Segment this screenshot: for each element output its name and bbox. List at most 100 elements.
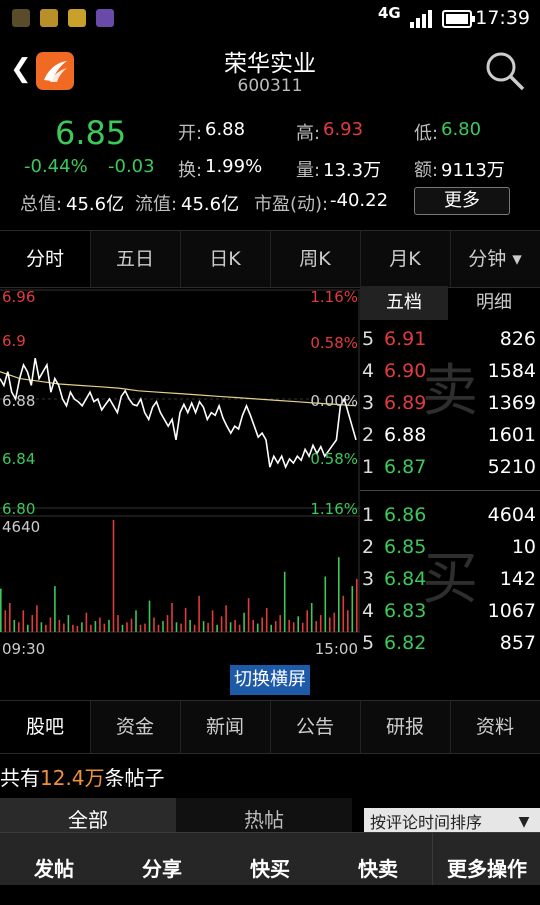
tab-monthly-k[interactable]: 月K xyxy=(360,231,451,287)
volume-bar xyxy=(288,619,290,632)
gallery-icon xyxy=(96,9,114,27)
volume-bar xyxy=(18,622,20,632)
volume-bar xyxy=(130,618,133,632)
buy-level-row[interactable]: 5 6.82 857 xyxy=(360,628,540,660)
tab-news[interactable]: 新闻 xyxy=(180,701,271,753)
quick-buy-button[interactable]: 快买 xyxy=(216,833,324,885)
post-button[interactable]: 发帖 xyxy=(0,833,108,885)
open-value: 6.88 xyxy=(205,119,246,140)
x-label-start: 09:30 xyxy=(2,640,45,658)
intraday-chart[interactable]: 6.96 6.9 6.88 6.84 6.80 1.16% 0.58% 0.00… xyxy=(0,286,360,660)
filter-hot[interactable]: 热帖 xyxy=(176,798,352,832)
pe-label: 市盈(动): xyxy=(254,194,329,215)
level-volume: 4604 xyxy=(487,504,536,526)
volume-bar xyxy=(211,610,214,632)
low-value: 6.80 xyxy=(441,119,482,140)
volume-bar xyxy=(347,610,349,632)
post-count: 共有12.4万条帖子 xyxy=(0,762,165,791)
turnover-label: 换: xyxy=(178,160,203,181)
change-pct: -0.44% xyxy=(24,156,88,177)
low-label: 低: xyxy=(414,123,439,144)
sell-level-row[interactable]: 4 6.90 1584 xyxy=(360,356,540,388)
open-label: 开: xyxy=(178,123,203,144)
level-price: 6.84 xyxy=(384,568,427,590)
sell-level-row[interactable]: 1 6.87 5210 xyxy=(360,452,540,484)
volume-bar xyxy=(166,615,169,632)
app-notification-icon xyxy=(40,9,58,27)
switch-landscape-button[interactable]: 切换横屏 xyxy=(230,665,310,695)
high-value: 6.93 xyxy=(323,119,364,140)
search-icon[interactable] xyxy=(484,50,526,92)
signal-icon xyxy=(410,10,432,28)
level-price: 6.90 xyxy=(384,360,427,382)
volume-bar xyxy=(216,624,218,632)
level-number: 3 xyxy=(362,568,375,590)
volume-bar xyxy=(301,622,304,632)
sell-level-row[interactable]: 5 6.91 826 xyxy=(360,324,540,356)
tab-minute[interactable]: 分钟 ▾ xyxy=(450,231,540,287)
more-button[interactable]: 更多 xyxy=(414,187,510,215)
volume-bar xyxy=(198,595,200,632)
level-volume: 826 xyxy=(499,328,536,350)
volume-bar xyxy=(180,623,182,632)
volume-bar xyxy=(292,622,295,632)
volume-value: 13.3万 xyxy=(323,160,382,181)
level-volume: 142 xyxy=(499,568,536,590)
level-number: 3 xyxy=(362,392,375,414)
tab-details[interactable]: 明细 xyxy=(448,286,540,320)
sell-level-row[interactable]: 3 6.89 1369 xyxy=(360,388,540,420)
tab-intraday[interactable]: 分时 xyxy=(0,231,91,287)
tab-weekly-k[interactable]: 周K xyxy=(270,231,361,287)
level-price: 6.88 xyxy=(384,424,427,446)
tab-forum[interactable]: 股吧 xyxy=(0,701,91,753)
y-tick-right: 0.58% xyxy=(310,334,358,352)
y-tick-right: 0.00% xyxy=(310,392,358,410)
volume-bar xyxy=(193,624,196,632)
tab-daily-k[interactable]: 日K xyxy=(180,231,271,287)
sort-dropdown[interactable]: 按评论时间排序 xyxy=(364,808,510,832)
volume-bar xyxy=(121,624,124,632)
tab-research[interactable]: 研报 xyxy=(360,701,451,753)
quick-sell-button[interactable]: 快卖 xyxy=(324,833,432,885)
volume-bar xyxy=(90,624,92,632)
tab-profile[interactable]: 资料 xyxy=(450,701,540,753)
volume-bar xyxy=(144,623,146,632)
share-button[interactable]: 分享 xyxy=(108,833,216,885)
tab-funds[interactable]: 资金 xyxy=(90,701,181,753)
volume-bar xyxy=(189,619,191,632)
level-volume: 1584 xyxy=(487,360,536,382)
total-mv-value: 45.6亿 xyxy=(66,194,125,215)
tab-five-levels[interactable]: 五档 xyxy=(360,286,448,320)
volume-bar xyxy=(99,617,101,632)
volume-bar xyxy=(81,622,83,632)
tab-announcements[interactable]: 公告 xyxy=(270,701,361,753)
y-tick-right: 1.16% xyxy=(310,288,358,306)
level-price: 6.91 xyxy=(384,328,427,350)
buy-level-row[interactable]: 3 6.84 142 xyxy=(360,564,540,596)
buy-level-row[interactable]: 4 6.83 1067 xyxy=(360,596,540,628)
tab-five-day[interactable]: 五日 xyxy=(90,231,181,287)
info-tabs: 股吧 资金 新闻 公告 研报 资料 xyxy=(0,700,540,754)
y-tick-right: 0.58% xyxy=(310,450,358,468)
chevron-down-icon[interactable]: ▼ xyxy=(508,808,540,832)
volume-bar xyxy=(234,619,236,632)
level-number: 2 xyxy=(362,424,375,446)
level-number: 5 xyxy=(362,632,375,654)
level-volume: 1601 xyxy=(487,424,536,446)
volume-bar xyxy=(261,617,263,632)
filter-all[interactable]: 全部 xyxy=(0,798,176,832)
sell-level-row[interactable]: 2 6.88 1601 xyxy=(360,420,540,452)
volume-bar xyxy=(279,615,281,632)
volume-bar xyxy=(274,621,277,632)
volume-bar xyxy=(207,622,209,632)
battery-icon xyxy=(442,10,475,28)
volume-bar xyxy=(220,616,223,632)
buy-level-row[interactable]: 2 6.85 10 xyxy=(360,532,540,564)
buy-level-row[interactable]: 1 6.86 4604 xyxy=(360,500,540,532)
more-actions-button[interactable]: 更多操作 xyxy=(432,833,540,885)
volume-bar xyxy=(256,623,259,632)
amount-value: 9113万 xyxy=(441,160,505,181)
volume-bar xyxy=(22,610,25,632)
order-book-divider xyxy=(360,490,540,491)
volume-bar xyxy=(351,586,354,632)
